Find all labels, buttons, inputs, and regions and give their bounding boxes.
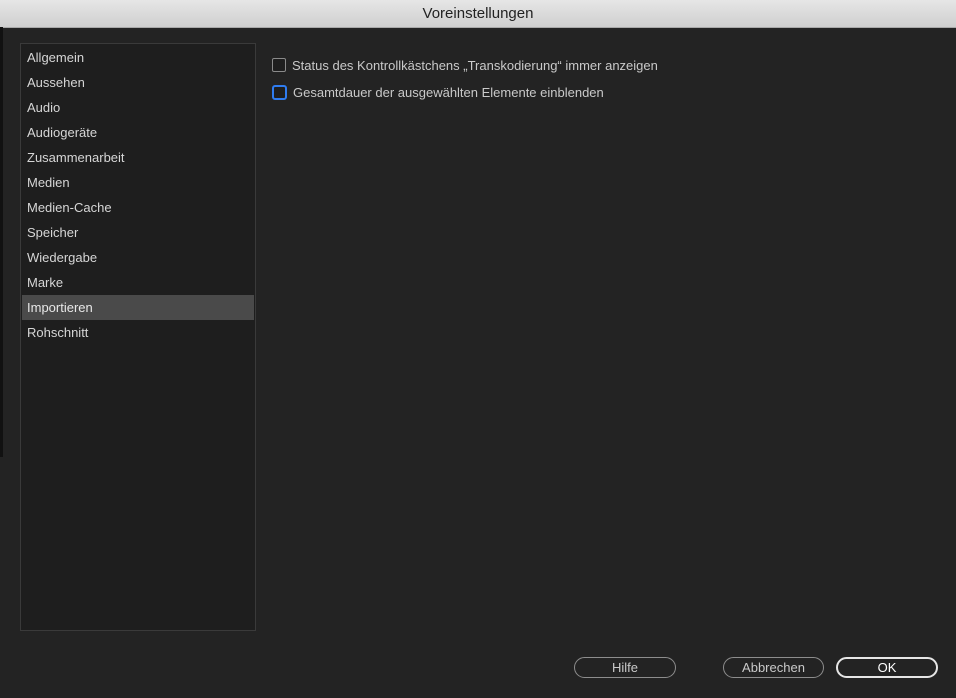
sidebar-item-marke[interactable]: Marke (22, 270, 254, 295)
import-options-panel: Status des Kontrollkästchens „Transkodie… (272, 55, 658, 109)
transcode-status-option[interactable]: Status des Kontrollkästchens „Transkodie… (272, 55, 658, 75)
background-window-edge (0, 27, 3, 457)
sidebar-item-audiogeraete[interactable]: Audiogeräte (22, 120, 254, 145)
total-duration-label: Gesamtdauer der ausgewählten Elemente ei… (293, 84, 604, 100)
sidebar-item-audio[interactable]: Audio (22, 95, 254, 120)
sidebar-item-rohschnitt[interactable]: Rohschnitt (22, 320, 254, 345)
sidebar-item-importieren[interactable]: Importieren (22, 295, 254, 320)
sidebar-item-speicher[interactable]: Speicher (22, 220, 254, 245)
sidebar-item-aussehen[interactable]: Aussehen (22, 70, 254, 95)
sidebar-item-medien-cache[interactable]: Medien-Cache (22, 195, 254, 220)
ok-button[interactable]: OK (836, 657, 938, 678)
sidebar-item-allgemein[interactable]: Allgemein (22, 45, 254, 70)
sidebar-item-medien[interactable]: Medien (22, 170, 254, 195)
sidebar-item-zusammenarbeit[interactable]: Zusammenarbeit (22, 145, 254, 170)
transcode-status-checkbox[interactable] (272, 58, 286, 72)
transcode-status-label: Status des Kontrollkästchens „Transkodie… (292, 57, 658, 73)
total-duration-option[interactable]: Gesamtdauer der ausgewählten Elemente ei… (272, 82, 658, 102)
total-duration-checkbox[interactable] (272, 84, 287, 100)
preferences-category-list: Allgemein Aussehen Audio Audiogeräte Zus… (20, 43, 256, 631)
title-bar[interactable]: Voreinstellungen (0, 0, 956, 28)
preferences-dialog: Voreinstellungen Allgemein Aussehen Audi… (0, 0, 956, 698)
cancel-button[interactable]: Abbrechen (723, 657, 824, 678)
help-button[interactable]: Hilfe (574, 657, 676, 678)
dialog-title: Voreinstellungen (422, 5, 534, 22)
sidebar-item-wiedergabe[interactable]: Wiedergabe (22, 245, 254, 270)
